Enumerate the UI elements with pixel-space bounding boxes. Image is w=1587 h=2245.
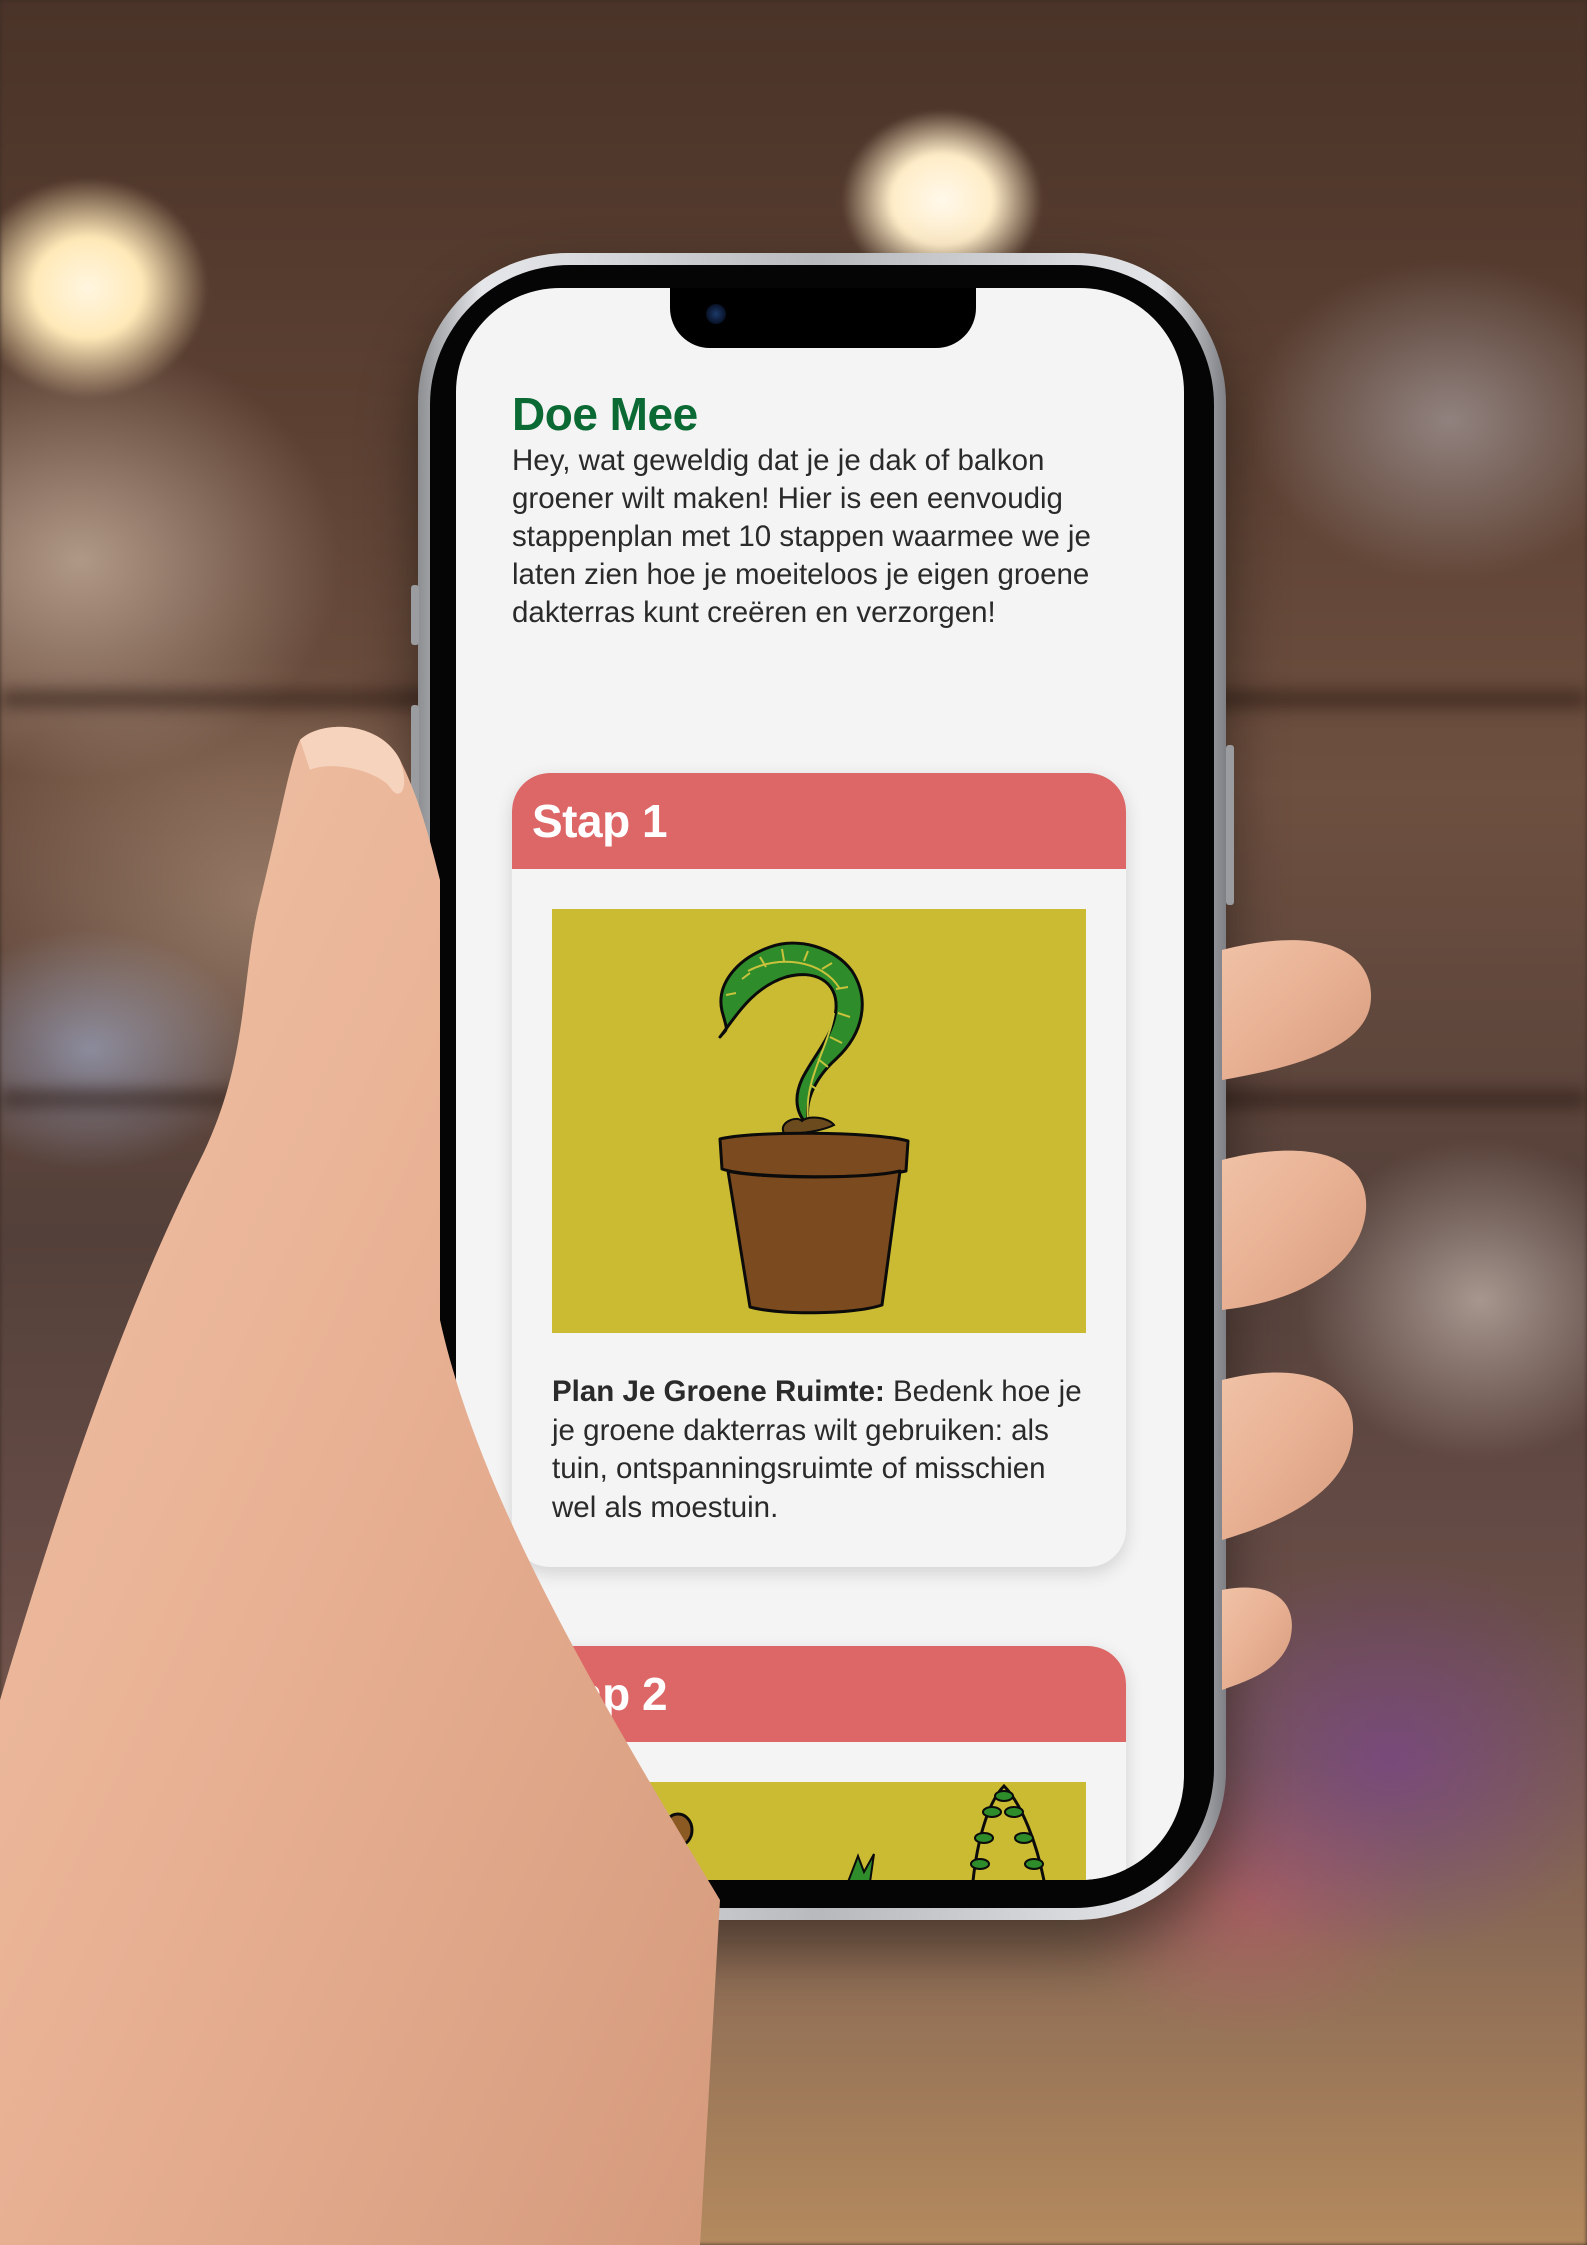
step-card-header: Stap 1 (512, 773, 1126, 869)
phone-power-button (1226, 745, 1234, 905)
plants-illustration (552, 1782, 1086, 1880)
phone-notch (670, 288, 976, 348)
page-title: Doe Mee (512, 388, 698, 440)
phone-mute-switch (411, 585, 419, 645)
intro-text: Hey, wat geweldig dat je je dak of balko… (512, 444, 1091, 629)
step-card-header: Stap 2 (512, 1646, 1126, 1742)
step-card: Stap 2 (512, 1646, 1126, 1880)
phone-volume-up-button (411, 705, 419, 815)
step-description: Plan Je Groene Ruimte: Bedenk hoe je je … (552, 1373, 1090, 1527)
phone-screen: Doe Mee Hey, wat geweldig dat je je dak … (456, 288, 1184, 1880)
step-card: Stap 1 Plan Je Groene Ruimte: Bedenk hoe… (512, 773, 1126, 1567)
step-heading: Plan Je Groene Ruimte: (552, 1375, 885, 1408)
intro-section: Doe Mee Hey, wat geweldig dat je je dak … (512, 388, 1122, 632)
front-camera-icon (706, 304, 726, 324)
step-card-title: Stap 1 (532, 795, 668, 847)
plant-in-pot-illustration (552, 909, 1086, 1333)
step-card-title: Stap 2 (532, 1668, 668, 1720)
